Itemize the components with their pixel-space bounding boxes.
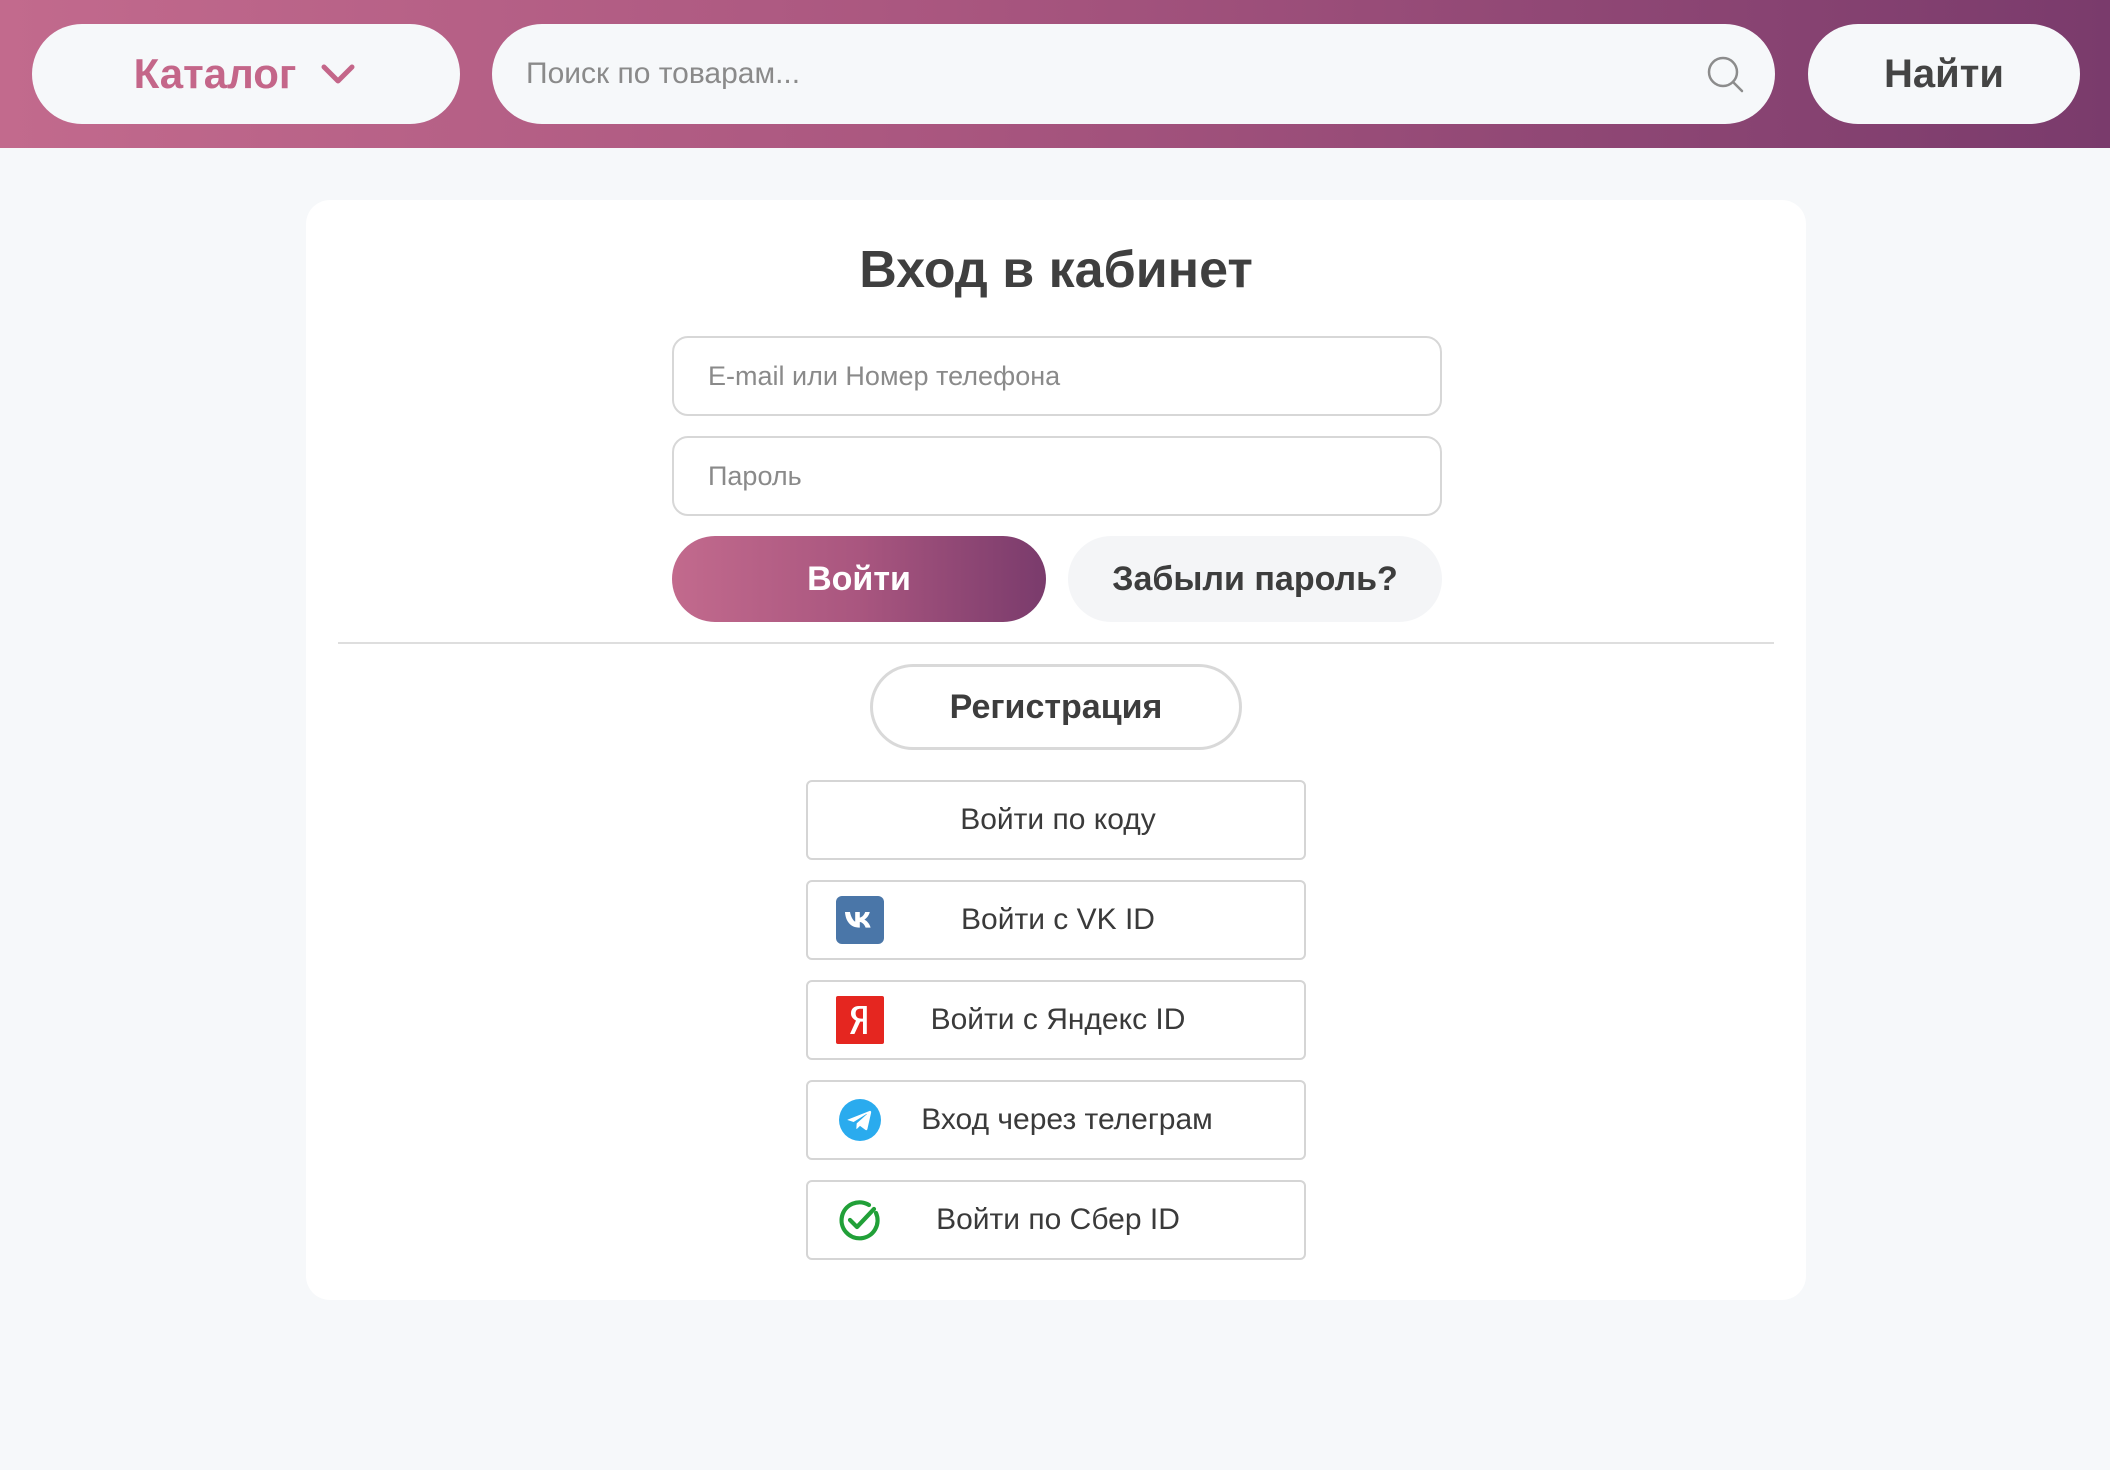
login-by-code-label: Войти по коду [960,803,1156,836]
login-sber-button[interactable]: Войти по Сбер ID [806,1180,1306,1260]
chevron-down-icon [318,54,358,94]
login-button[interactable]: Войти [672,536,1046,622]
email-field[interactable] [706,359,1410,393]
top-header: Каталог Найти [0,0,2110,148]
login-vk-button[interactable]: Войти с VK ID [806,880,1306,960]
page-title: Вход в кабинет [859,241,1253,299]
forgot-password-button[interactable]: Забыли пароль? [1068,536,1442,622]
login-telegram-button[interactable]: Вход через телеграм [806,1080,1306,1160]
login-yandex-label: Войти с Яндекс ID [930,1003,1186,1036]
divider [338,642,1774,644]
login-yandex-button[interactable]: Войти с Яндекс ID [806,980,1306,1060]
login-sber-label: Войти по Сбер ID [936,1203,1180,1236]
email-field-wrapper [672,336,1442,416]
search-input[interactable] [524,43,1648,105]
login-vk-label: Войти с VK ID [961,903,1155,936]
search-box [492,24,1775,124]
login-by-code-button[interactable]: Войти по коду [806,780,1306,860]
password-field-wrapper [672,436,1442,516]
password-field[interactable] [706,459,1410,493]
register-button[interactable]: Регистрация [870,664,1242,750]
login-telegram-label: Вход через телеграм [921,1103,1213,1136]
find-button[interactable]: Найти [1808,24,2080,124]
catalog-button[interactable]: Каталог [32,24,460,124]
login-card: Вход в кабинет Войти Забыли пароль? Реги… [306,200,1806,1300]
search-icon[interactable] [1705,54,1745,94]
catalog-label: Каталог [133,50,297,97]
